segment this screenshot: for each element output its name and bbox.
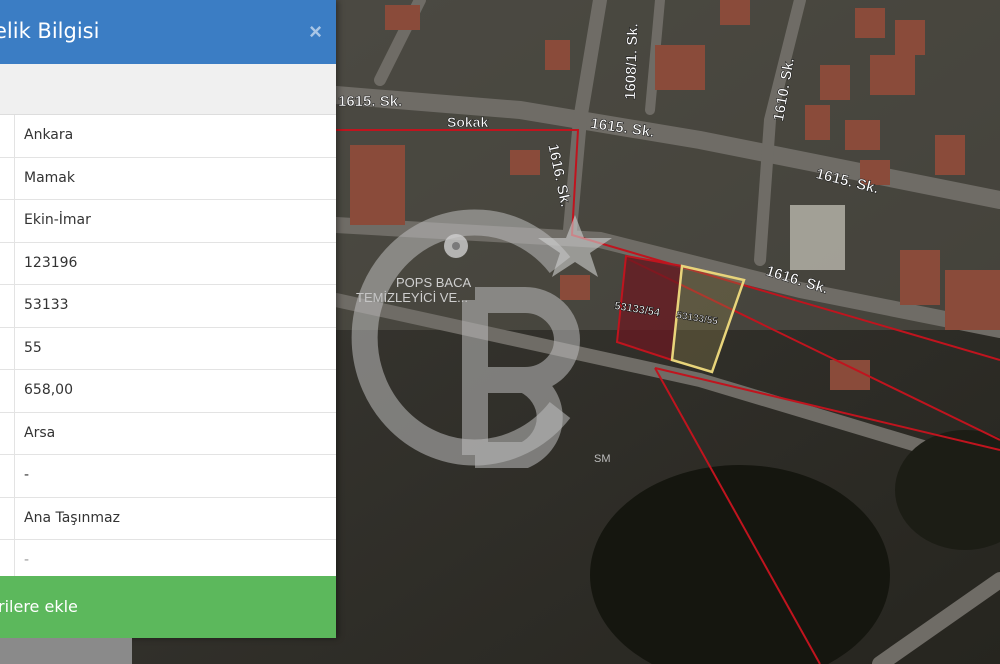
street-label: Sokak: [447, 114, 488, 130]
row-key-cell: [0, 497, 15, 539]
poi-label: POPS BACA: [396, 275, 471, 290]
table-row: 658,00: [0, 370, 336, 413]
row-value: Ekin-İmar: [24, 212, 91, 228]
row-key-cell: [0, 242, 15, 284]
row-value: 53133: [24, 297, 69, 313]
row-key-cell: [0, 455, 15, 497]
row-value: 123196: [24, 254, 78, 271]
row-value: 55: [24, 339, 42, 356]
add-to-favorites-button[interactable]: rilere ekle: [0, 576, 336, 638]
row-key-cell: [0, 285, 15, 327]
table-row: Ankara: [0, 115, 336, 158]
table-row: Ana Taşınmaz: [0, 497, 336, 540]
row-value: -: [24, 552, 30, 568]
info-table: Ankara Mamak Ekin-İmar 123196 53133 55 6…: [0, 115, 336, 582]
parcel-info-panel: elik Bilgisi × Ankara Mamak Ekin-İmar 12…: [0, 0, 336, 638]
row-value: Mamak: [24, 169, 75, 186]
table-row: 53133: [0, 285, 336, 328]
map-pin-dot: [452, 242, 460, 250]
row-value: 658,00: [24, 382, 73, 398]
panel-footer-strip: [0, 638, 132, 664]
row-value: Ankara: [24, 127, 74, 143]
row-value: Ana Taşınmaz: [24, 509, 120, 526]
table-row: Mamak: [0, 157, 336, 200]
row-key-cell: [0, 412, 15, 454]
panel-subheader: [0, 64, 336, 115]
row-value: Arsa: [24, 424, 56, 441]
row-value: -: [24, 467, 30, 483]
watermark-sm: SM: [594, 453, 611, 465]
panel-header: elik Bilgisi ×: [0, 0, 336, 64]
row-key-cell: [0, 370, 15, 412]
add-button-label: rilere ekle: [0, 597, 78, 616]
table-row: Arsa: [0, 412, 336, 455]
row-key-cell: [0, 327, 15, 369]
table-row: Ekin-İmar: [0, 200, 336, 243]
close-icon[interactable]: ×: [309, 19, 322, 45]
row-key-cell: [0, 200, 15, 242]
row-key-cell: [0, 115, 15, 157]
street-label: 1615. Sk.: [338, 93, 402, 110]
building-block: [790, 205, 845, 270]
panel-title: elik Bilgisi: [0, 19, 100, 43]
table-row: -: [0, 455, 336, 498]
street-label: 1608/1. Sk.: [622, 23, 642, 100]
table-row: 55: [0, 327, 336, 370]
row-key-cell: [0, 157, 15, 199]
table-row: 123196: [0, 242, 336, 285]
